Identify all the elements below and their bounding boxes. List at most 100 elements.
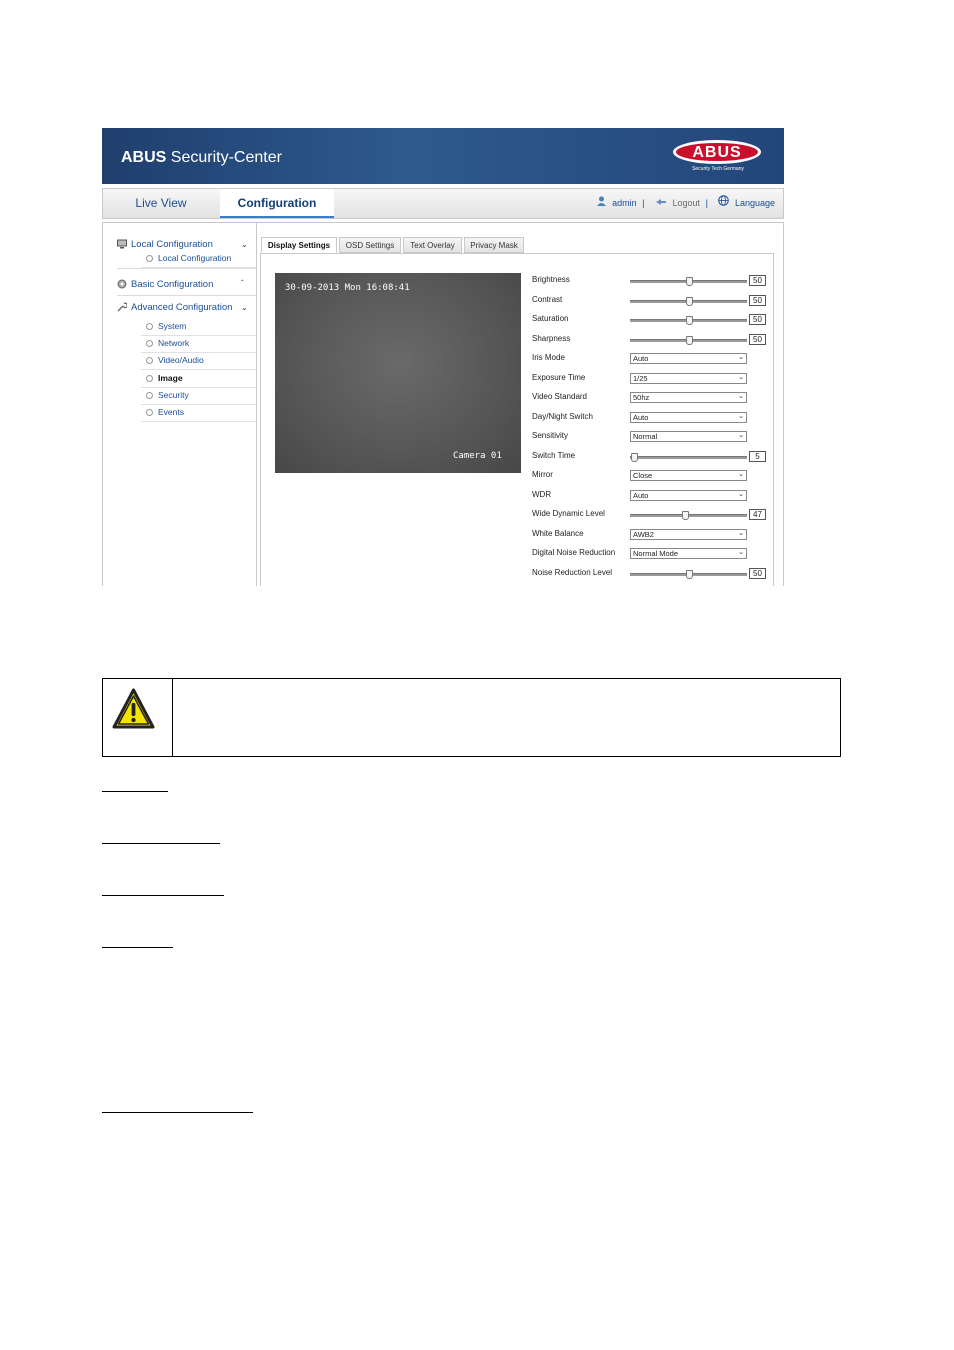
warning-box — [102, 678, 841, 757]
language-link[interactable]: Language — [735, 198, 775, 208]
wide-dynamic-level-slider[interactable] — [630, 511, 747, 520]
config-sidebar: Local Configuration ⌄ Local Configuratio… — [103, 223, 257, 586]
chevron-down-icon: ⌄ — [738, 549, 744, 556]
setting-mirror: Mirror Close ⌄ — [532, 469, 772, 483]
chevron-down-icon: ⌄ — [738, 491, 744, 498]
setting-video-standard: Video Standard 50hz ⌄ — [532, 391, 772, 405]
config-content: Local Configuration ⌄ Local Configuratio… — [102, 222, 784, 586]
abus-logo: ABUS Security Tech Germany — [669, 139, 767, 173]
chevron-down-icon: ⌄ — [738, 354, 744, 361]
heading-underline — [102, 843, 220, 844]
saturation-slider[interactable] — [630, 316, 747, 325]
globe-icon — [718, 189, 730, 218]
sidebar-group-advanced[interactable]: Advanced Configuration — [117, 302, 232, 313]
user-name[interactable]: admin — [612, 198, 637, 208]
setting-dnr: Digital Noise Reduction Normal Mode ⌄ — [532, 547, 772, 561]
chevron-down-icon: ⌄ — [738, 413, 744, 420]
mirror-select[interactable]: Close ⌄ — [630, 470, 747, 481]
tab-configuration[interactable]: Configuration — [220, 189, 334, 218]
logout-icon — [655, 189, 667, 218]
contrast-slider[interactable] — [630, 297, 747, 306]
warning-icon-cell — [103, 679, 173, 756]
sharpness-value[interactable]: 50 — [749, 334, 766, 345]
osd-date: 30-09-2013 Mon 16:08:41 — [285, 283, 410, 293]
white-balance-select[interactable]: AWB2 ⌄ — [630, 529, 747, 540]
slider-thumb[interactable] — [630, 453, 638, 462]
sidebar-item-events[interactable]: Events — [141, 405, 256, 422]
brightness-slider[interactable] — [630, 277, 747, 286]
chevron-down-icon: ⌄ — [738, 471, 744, 478]
setting-exposure-time: Exposure Time 1/25 ⌄ — [532, 372, 772, 386]
setting-iris-mode: Iris Mode Auto ⌄ — [532, 352, 772, 366]
tab-display-settings[interactable]: Display Settings — [261, 237, 337, 253]
setting-brightness: Brightness 50 — [532, 274, 772, 288]
heading-underline — [102, 947, 173, 948]
setting-saturation: Saturation 50 — [532, 313, 772, 327]
contrast-value[interactable]: 50 — [749, 295, 766, 306]
heading-underline — [102, 1112, 253, 1113]
chevron-down-icon[interactable]: ⌄ — [241, 303, 248, 312]
sidebar-item-system[interactable]: System — [141, 319, 256, 336]
user-bar: admin | Logout | Language — [593, 189, 775, 218]
saturation-value[interactable]: 50 — [749, 314, 766, 325]
sensitivity-select[interactable]: Normal ⌄ — [630, 431, 747, 442]
sidebar-group-basic[interactable]: Basic Configuration — [117, 279, 213, 290]
tab-text-overlay[interactable]: Text Overlay — [403, 237, 462, 253]
exposure-time-select[interactable]: 1/25 ⌄ — [630, 373, 747, 384]
tab-privacy-mask[interactable]: Privacy Mask — [464, 237, 524, 253]
app-banner: ABUS Security-Center ABUS Security Tech … — [102, 128, 784, 184]
chevron-down-icon: ⌄ — [738, 374, 744, 381]
sidebar-item-security[interactable]: Security — [141, 388, 256, 405]
day-night-select[interactable]: Auto ⌄ — [630, 412, 747, 423]
setting-contrast: Contrast 50 — [532, 294, 772, 308]
sidebar-item-video-audio[interactable]: Video/Audio — [141, 353, 256, 370]
camera-preview: 30-09-2013 Mon 16:08:41 Camera 01 — [275, 273, 521, 473]
gear-icon — [117, 279, 127, 289]
monitor-icon — [117, 239, 127, 249]
tab-osd-settings[interactable]: OSD Settings — [339, 237, 401, 253]
sharpness-slider[interactable] — [630, 336, 747, 345]
wide-dynamic-level-value[interactable]: 47 — [749, 509, 766, 520]
switch-time-value[interactable]: 5 — [749, 451, 766, 462]
switch-time-slider[interactable] — [630, 453, 747, 462]
heading-underline — [102, 791, 168, 792]
chevron-down-icon[interactable]: ⌄ — [241, 240, 248, 249]
slider-thumb[interactable] — [685, 316, 693, 325]
app-title: ABUS Security-Center — [121, 149, 282, 166]
dnr-select[interactable]: Normal Mode ⌄ — [630, 548, 747, 559]
user-icon — [596, 189, 607, 218]
sidebar-item-local-configuration[interactable]: Local Configuration — [141, 251, 256, 268]
brightness-value[interactable]: 50 — [749, 275, 766, 286]
tab-live-view[interactable]: Live View — [103, 189, 219, 218]
setting-wdr: WDR Auto ⌄ — [532, 489, 772, 503]
setting-noise-reduction-level: Noise Reduction Level 50 — [532, 567, 772, 581]
noise-level-value[interactable]: 50 — [749, 568, 766, 579]
noise-level-slider[interactable] — [630, 570, 747, 579]
slider-thumb[interactable] — [681, 511, 689, 520]
setting-white-balance: White Balance AWB2 ⌄ — [532, 528, 772, 542]
sidebar-group-local[interactable]: Local Configuration — [117, 239, 213, 250]
setting-sharpness: Sharpness 50 — [532, 333, 772, 347]
chevron-down-icon: ⌄ — [738, 393, 744, 400]
video-standard-select[interactable]: 50hz ⌄ — [630, 392, 747, 403]
slider-thumb[interactable] — [685, 336, 693, 345]
warning-icon — [112, 688, 155, 729]
sidebar-item-image[interactable]: Image — [141, 371, 256, 388]
iris-mode-select[interactable]: Auto ⌄ — [630, 353, 747, 364]
slider-thumb[interactable] — [685, 570, 693, 579]
chevron-up-icon[interactable]: ˆ — [241, 279, 244, 288]
logout-link[interactable]: Logout — [673, 198, 701, 208]
osd-camera-name: Camera 01 — [453, 451, 502, 461]
wdr-select[interactable]: Auto ⌄ — [630, 490, 747, 501]
screenshot-figure: ABUS Security-Center ABUS Security Tech … — [102, 128, 784, 586]
setting-wide-dynamic-level: Wide Dynamic Level 47 — [532, 508, 772, 522]
setting-sensitivity: Sensitivity Normal ⌄ — [532, 430, 772, 444]
slider-thumb[interactable] — [685, 277, 693, 286]
setting-day-night: Day/Night Switch Auto ⌄ — [532, 411, 772, 425]
slider-thumb[interactable] — [685, 297, 693, 306]
setting-switch-time: Switch Time 5 — [532, 450, 772, 464]
sidebar-item-network[interactable]: Network — [141, 336, 256, 353]
heading-underline — [102, 895, 224, 896]
chevron-down-icon: ⌄ — [738, 432, 744, 439]
top-nav: Live View Configuration admin | Logout |… — [102, 188, 784, 219]
